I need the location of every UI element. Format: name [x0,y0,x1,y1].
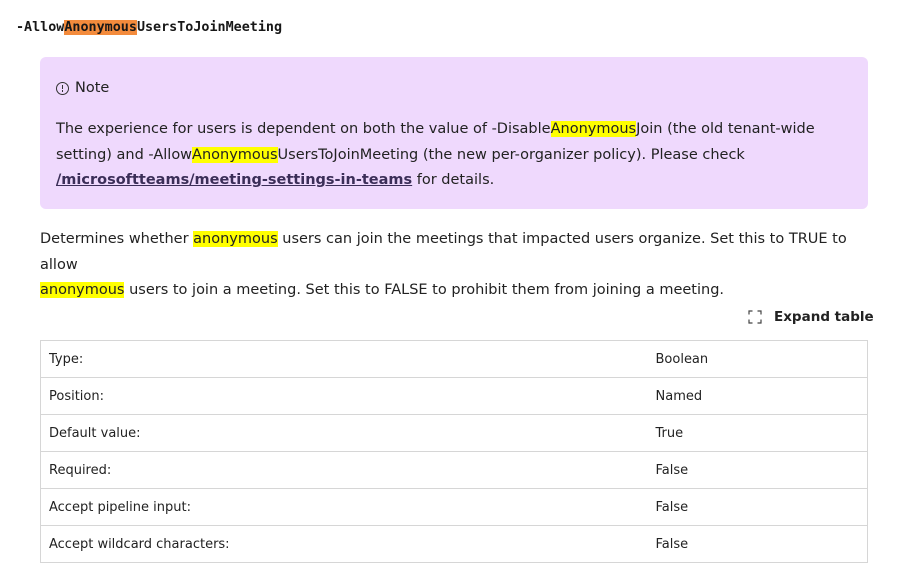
desc-text-1: Determines whether [40,231,194,247]
row-value: False [647,488,868,526]
note-title: Note [56,78,109,98]
row-value: Named [647,377,868,415]
note-highlight-2: Anonymous [192,146,278,163]
row-key: Default value: [40,414,648,452]
table-row: Required: False [40,451,868,489]
row-value: True [647,414,868,452]
row-key: Accept wildcard characters: [40,525,648,563]
parameter-prefix: -Allow [16,20,65,35]
row-key: Type: [40,340,648,378]
row-value: False [647,451,868,489]
table-row: Type: Boolean [40,340,868,378]
expand-icon [748,310,762,324]
row-value: Boolean [647,340,868,378]
meeting-settings-link[interactable]: /microsoftteams/meeting-settings-in-team… [56,172,412,188]
note-text-1: The experience for users is dependent on… [56,121,551,137]
desc-highlight-1: anonymous [193,231,278,247]
row-value: False [647,525,868,563]
row-key: Position: [40,377,648,415]
row-key: Required: [40,451,648,489]
row-key: Accept pipeline input: [40,488,648,526]
expand-table-button[interactable]: Expand table [748,307,874,327]
note-text-4: for details. [412,172,495,188]
parameter-properties-table: Type: Boolean Position: Named Default va… [40,340,868,563]
parameter-highlight: Anonymous [64,20,137,35]
expand-table-label: Expand table [774,309,874,325]
note-body: The experience for users is dependent on… [56,117,846,194]
desc-highlight-2: anonymous [40,282,125,298]
table-row: Accept wildcard characters: False [40,525,868,563]
info-icon [56,81,69,95]
desc-text-3: users to join a meeting. Set this to FAL… [124,282,725,298]
note-text-3: UsersToJoinMeeting (the new per-organize… [277,146,745,163]
note-highlight-1: Anonymous [550,121,637,137]
parameter-description: Determines whether anonymous users can j… [40,227,870,304]
table-row: Position: Named [40,377,868,415]
table-row: Accept pipeline input: False [40,488,868,526]
table-row: Default value: True [40,414,868,452]
parameter-suffix: UsersToJoinMeeting [136,20,283,35]
parameter-heading: -AllowAnonymousUsersToJoinMeeting [16,18,282,38]
note-title-label: Note [75,80,110,96]
note-callout: Note The experience for users is depende… [40,57,868,209]
